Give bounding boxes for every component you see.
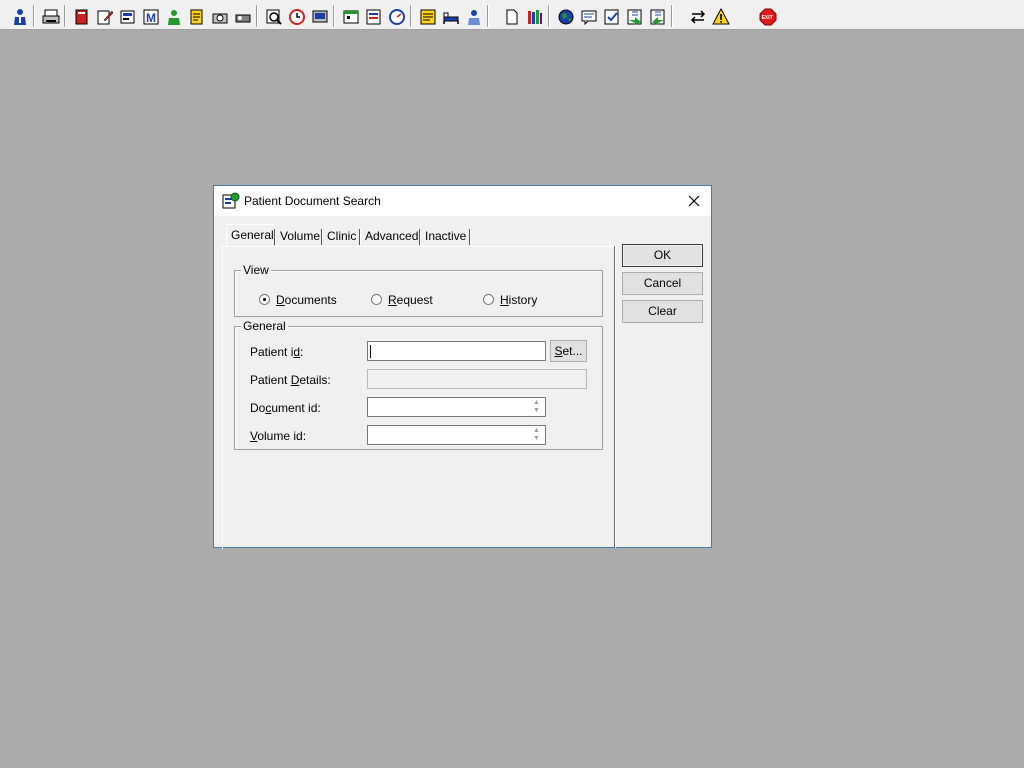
printer-icon[interactable] [39, 5, 61, 27]
document-id-label: Document id: [250, 401, 321, 415]
physician-icon[interactable] [8, 5, 30, 27]
memo-icon[interactable] [416, 5, 438, 27]
dialog-titlebar[interactable]: Patient Document Search [214, 186, 711, 216]
document-search-app-icon [222, 192, 240, 209]
message-icon[interactable] [577, 5, 599, 27]
edit-document-icon[interactable] [93, 5, 115, 27]
view-group: View Documents Request History [234, 263, 603, 317]
dialog-title: Patient Document Search [244, 194, 381, 208]
transfer-out-icon[interactable] [646, 5, 668, 27]
text-caret [370, 345, 371, 358]
radio-history-label: History [500, 293, 538, 307]
monitor-icon[interactable] [308, 5, 330, 27]
chart-record-icon[interactable] [116, 5, 138, 27]
volume-id-label: Volume id: [250, 429, 307, 443]
volume-id-spinbox[interactable]: ▲ ▼ [367, 425, 546, 445]
tab-inactive[interactable]: Inactive [421, 226, 470, 246]
general-group-label: General [241, 319, 288, 333]
swap-arrows-icon[interactable] [686, 5, 708, 27]
clock-icon[interactable] [285, 5, 307, 27]
search-icon[interactable] [262, 5, 284, 27]
close-icon [688, 195, 700, 207]
spin-down-icon[interactable]: ▼ [533, 407, 540, 414]
mail-m-icon[interactable]: M [139, 5, 161, 27]
radio-request-indicator[interactable] [371, 294, 382, 305]
panel-divider [614, 246, 616, 548]
radio-history-indicator[interactable] [483, 294, 494, 305]
approve-icon[interactable] [600, 5, 622, 27]
calendar-icon[interactable] [339, 5, 361, 27]
tab-volume[interactable]: Volume [276, 226, 324, 246]
close-button[interactable] [683, 191, 705, 211]
projector-icon[interactable] [231, 5, 253, 27]
nurse-icon[interactable] [462, 5, 484, 27]
tab-clinic[interactable]: Clinic [323, 226, 360, 246]
patient-id-label: Patient id: [250, 345, 304, 359]
volume-id-spinner[interactable]: ▲ ▼ [529, 426, 545, 444]
library-books-icon[interactable] [523, 5, 545, 27]
tab-advanced[interactable]: Advanced [361, 226, 422, 246]
patient-details-label: Patient Details: [250, 373, 331, 387]
patient-document-search-dialog: Patient Document Search General Volume C… [213, 185, 712, 549]
document-id-spinner[interactable]: ▲ ▼ [529, 398, 545, 416]
view-group-label: View [241, 263, 271, 277]
main-toolbar: M EXIT [0, 0, 1024, 30]
spin-down-icon[interactable]: ▼ [533, 435, 540, 442]
ok-button[interactable]: OK [622, 244, 703, 267]
radio-request-label: Request [388, 293, 433, 307]
general-group: General Patient id: Set... Patient Detai… [234, 319, 603, 450]
spin-up-icon[interactable]: ▲ [533, 399, 540, 406]
patient-details-field [367, 369, 587, 389]
book-icon[interactable] [70, 5, 92, 27]
svg-text:M: M [146, 11, 156, 25]
exit-stop-icon[interactable]: EXIT [756, 5, 778, 27]
set-patient-button[interactable]: Set... [550, 340, 587, 362]
camera-icon[interactable] [208, 5, 230, 27]
clear-button[interactable]: Clear [622, 300, 703, 323]
globe-icon[interactable] [554, 5, 576, 27]
forms-icon[interactable] [362, 5, 384, 27]
document-id-spinbox[interactable]: ▲ ▼ [367, 397, 546, 417]
transfer-in-icon[interactable] [623, 5, 645, 27]
exit-label: EXIT [762, 15, 773, 21]
radio-documents-indicator[interactable] [259, 294, 270, 305]
patient-id-input[interactable] [367, 341, 546, 361]
cancel-button[interactable]: Cancel [622, 272, 703, 295]
spin-up-icon[interactable]: ▲ [533, 427, 540, 434]
bed-icon[interactable] [439, 5, 461, 27]
document-icon[interactable] [500, 5, 522, 27]
warning-icon[interactable] [709, 5, 731, 27]
patient-icon[interactable] [162, 5, 184, 27]
timer-icon[interactable] [385, 5, 407, 27]
radio-documents-label: Documents [276, 293, 337, 307]
tab-general[interactable]: General [226, 224, 274, 246]
notes-icon[interactable] [185, 5, 207, 27]
